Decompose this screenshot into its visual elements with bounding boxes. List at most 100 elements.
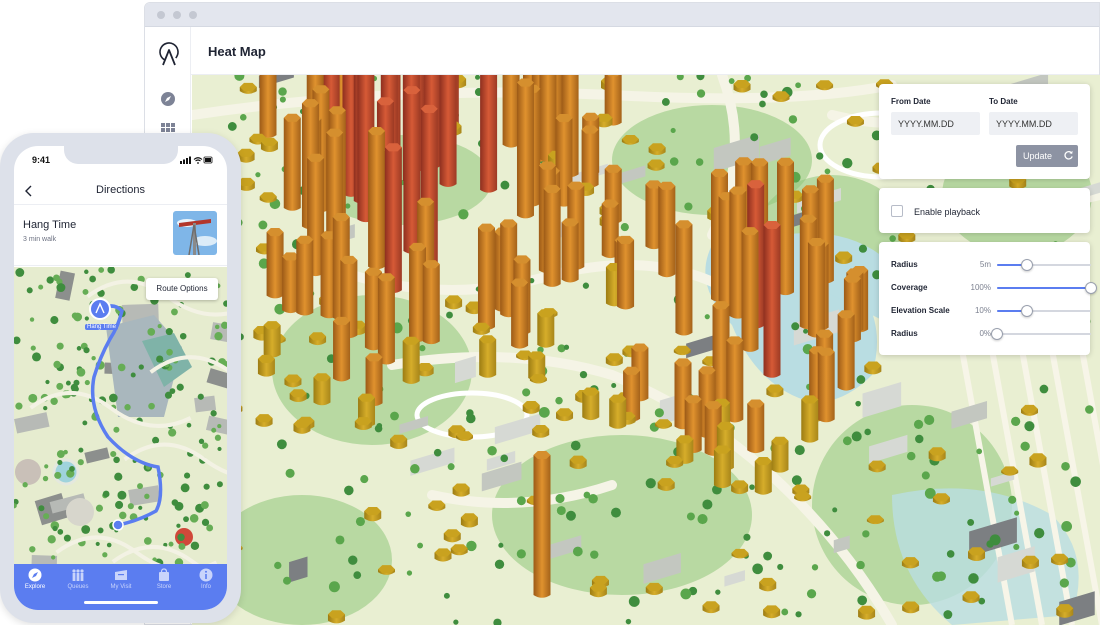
phone-tree: [56, 342, 64, 350]
park-area: [492, 435, 752, 595]
heat-column: [675, 220, 693, 336]
window-dot-minimize[interactable]: [173, 11, 181, 19]
tree: [781, 608, 789, 616]
heat-column: [741, 227, 759, 352]
heat-column: [658, 181, 676, 278]
phone-tree: [130, 372, 136, 378]
tab-store[interactable]: Store: [144, 568, 184, 590]
tree: [1034, 528, 1045, 539]
tree: [345, 203, 351, 209]
heat-column: [731, 480, 749, 495]
phone-tree: [53, 360, 61, 369]
heat-column: [747, 399, 765, 454]
tree: [661, 98, 670, 106]
tree: [583, 491, 591, 499]
to-date-input[interactable]: [989, 112, 1078, 135]
heat-column: [556, 408, 574, 422]
heat-column: [928, 447, 946, 462]
tree: [285, 468, 295, 478]
tree: [556, 506, 566, 516]
phone-tree: [15, 268, 25, 277]
tree: [500, 180, 510, 190]
tree: [862, 530, 870, 538]
phone-tree: [38, 284, 44, 290]
tab-info[interactable]: Info: [186, 568, 226, 590]
heat-column: [289, 389, 307, 403]
tab-explore[interactable]: Explore: [15, 568, 55, 590]
tab-label: Explore: [24, 584, 46, 590]
route-options-button[interactable]: Route Options: [146, 278, 218, 300]
slider-track[interactable]: [997, 305, 1091, 317]
phone-tree: [168, 541, 174, 547]
heat-column: [1021, 555, 1039, 570]
column-side: [771, 440, 789, 473]
slider-handle[interactable]: [991, 328, 1003, 340]
phone-tree: [57, 459, 63, 466]
playback-checkbox[interactable]: [891, 205, 903, 217]
from-date-label: From Date: [891, 97, 931, 106]
column-side: [617, 239, 635, 310]
phone-tree: [76, 346, 82, 351]
heat-column: [617, 235, 635, 310]
column-side: [333, 320, 351, 382]
heat-column: [439, 75, 457, 187]
column-side: [807, 242, 825, 338]
playback-label: Enable playback: [914, 207, 981, 217]
slider-track[interactable]: [997, 259, 1091, 271]
slider-value: 100%: [970, 283, 991, 292]
heat-column: [1051, 553, 1069, 566]
heat-column: [543, 184, 561, 287]
tab-bar: Explore Queues My Visit Store Info: [14, 564, 227, 610]
heat-column: [472, 322, 490, 335]
phone-tree: [50, 316, 59, 325]
tree: [1020, 441, 1030, 451]
app-logo-icon[interactable]: [157, 41, 181, 67]
update-button[interactable]: Update: [1016, 145, 1078, 167]
column-side: [296, 239, 314, 316]
column-side: [801, 399, 819, 443]
heat-column: [422, 260, 440, 345]
tab-label: My Visit: [110, 584, 132, 590]
tab-my-visit[interactable]: My Visit: [101, 568, 141, 590]
slider-handle[interactable]: [1085, 282, 1097, 294]
tree: [628, 596, 640, 607]
tree: [1061, 462, 1070, 471]
tree: [654, 408, 664, 418]
tree: [570, 440, 581, 451]
heat-column: [766, 384, 784, 398]
slider-handle[interactable]: [1021, 305, 1034, 317]
window-dot-maximize[interactable]: [189, 11, 197, 19]
heat-column: [561, 218, 579, 283]
heat-column: [450, 544, 468, 556]
heat-column: [255, 414, 273, 427]
status-icons: [180, 156, 213, 164]
phone-tree: [43, 513, 50, 520]
slider-row-radius: Radius 5m: [891, 258, 1091, 272]
window-dot-close[interactable]: [157, 11, 165, 19]
tree: [522, 388, 531, 397]
ride-card[interactable]: Hang Time 3 min walk: [14, 204, 227, 266]
tree: [791, 475, 802, 486]
tree: [670, 127, 676, 134]
phone-directions-map[interactable]: Hang Time Route Options: [14, 267, 227, 564]
phone-tree: [171, 499, 179, 506]
compass-icon[interactable]: [160, 91, 176, 107]
heat-column: [368, 127, 386, 270]
column-side: [658, 185, 676, 278]
update-button-label: Update: [1023, 151, 1053, 161]
tree: [752, 563, 763, 575]
tree: [353, 571, 362, 579]
slider-track[interactable]: [997, 282, 1097, 294]
phone-tree: [211, 427, 217, 433]
heat-column: [759, 577, 777, 592]
tree: [842, 436, 852, 446]
ride-pin-icon[interactable]: [89, 298, 111, 320]
slider-track[interactable]: [991, 328, 1091, 340]
tree: [823, 530, 831, 537]
phone-tree: [117, 363, 126, 372]
from-date-input[interactable]: [891, 112, 980, 135]
tab-queues[interactable]: Queues: [58, 568, 98, 590]
phone-tree: [176, 523, 181, 528]
tree: [1008, 495, 1017, 504]
slider-handle[interactable]: [1021, 259, 1034, 271]
